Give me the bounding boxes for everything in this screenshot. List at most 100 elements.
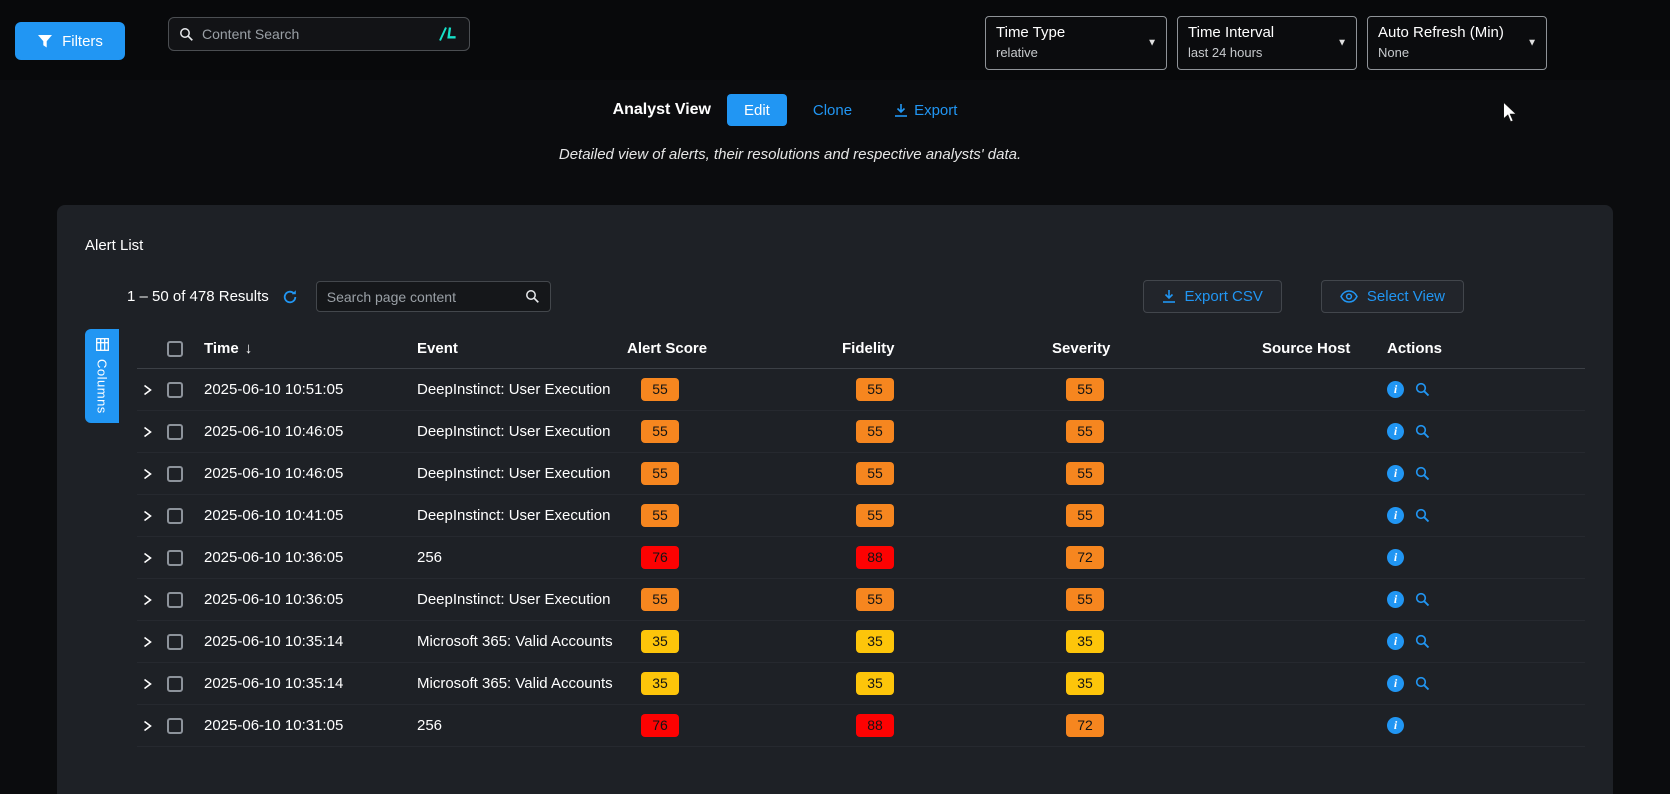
expand-chevron-icon[interactable]	[142, 636, 153, 648]
select-view-button[interactable]: Select View	[1321, 280, 1464, 313]
search-action-icon[interactable]	[1415, 466, 1430, 481]
fidelity-badge: 35	[856, 630, 894, 653]
info-icon[interactable]: i	[1387, 717, 1404, 734]
auto-refresh-label: Auto Refresh (Min)	[1378, 24, 1520, 41]
time-cell: 2025-06-10 10:35:14	[204, 675, 417, 692]
chevron-down-icon: ▼	[1337, 38, 1347, 49]
info-icon[interactable]: i	[1387, 549, 1404, 566]
auto-refresh-value: None	[1378, 45, 1520, 60]
export-csv-label: Export CSV	[1185, 288, 1263, 305]
alert-score-badge: 55	[641, 504, 679, 527]
row-checkbox[interactable]	[167, 592, 183, 608]
row-checkbox[interactable]	[167, 466, 183, 482]
refresh-button[interactable]	[282, 289, 298, 305]
row-checkbox[interactable]	[167, 382, 183, 398]
alert-score-header[interactable]: Alert Score	[627, 340, 842, 357]
time-interval-dropdown[interactable]: Time Interval last 24 hours ▼	[1177, 16, 1357, 70]
export-button[interactable]: Export	[894, 102, 957, 119]
table-row: 2025-06-10 10:46:05 DeepInstinct: User E…	[137, 453, 1585, 495]
event-cell: 256	[417, 717, 627, 734]
table-row: 2025-06-10 10:35:14 Microsoft 365: Valid…	[137, 663, 1585, 705]
info-icon[interactable]: i	[1387, 465, 1404, 482]
view-title: Analyst View	[613, 101, 711, 119]
time-type-dropdown[interactable]: Time Type relative ▼	[985, 16, 1167, 70]
severity-badge: 55	[1066, 588, 1104, 611]
auto-refresh-dropdown[interactable]: Auto Refresh (Min) None ▼	[1367, 16, 1547, 70]
page-search-input[interactable]	[327, 289, 519, 305]
severity-badge: 55	[1066, 462, 1104, 485]
info-icon[interactable]: i	[1387, 675, 1404, 692]
row-checkbox[interactable]	[167, 424, 183, 440]
chevron-down-icon: ▼	[1527, 38, 1537, 49]
table-row: 2025-06-10 10:36:05 256 76 88 72 i	[137, 537, 1585, 579]
time-cell: 2025-06-10 10:46:05	[204, 423, 417, 440]
alert-score-badge: 35	[641, 630, 679, 653]
event-cell: DeepInstinct: User Execution	[417, 591, 627, 608]
row-checkbox[interactable]	[167, 508, 183, 524]
search-action-icon[interactable]	[1415, 382, 1430, 397]
content-search-input[interactable]	[202, 26, 429, 42]
expand-chevron-icon[interactable]	[142, 720, 153, 732]
alert-score-badge: 55	[641, 420, 679, 443]
edit-button[interactable]: Edit	[727, 94, 787, 126]
expand-chevron-icon[interactable]	[142, 510, 153, 522]
mouse-cursor	[1502, 101, 1520, 125]
info-icon[interactable]: i	[1387, 423, 1404, 440]
search-action-icon[interactable]	[1415, 676, 1430, 691]
row-checkbox[interactable]	[167, 634, 183, 650]
severity-badge: 72	[1066, 546, 1104, 569]
fidelity-badge: 88	[856, 546, 894, 569]
time-cell: 2025-06-10 10:31:05	[204, 717, 417, 734]
event-cell: DeepInstinct: User Execution	[417, 465, 627, 482]
event-header[interactable]: Event	[417, 340, 627, 357]
fidelity-badge: 55	[856, 378, 894, 401]
severity-badge: 55	[1066, 378, 1104, 401]
columns-tab[interactable]: Columns	[85, 329, 119, 423]
time-cell: 2025-06-10 10:36:05	[204, 591, 417, 608]
event-cell: Microsoft 365: Valid Accounts	[417, 675, 627, 692]
search-action-icon[interactable]	[1415, 592, 1430, 607]
expand-chevron-icon[interactable]	[142, 678, 153, 690]
fidelity-badge: 55	[856, 588, 894, 611]
expand-chevron-icon[interactable]	[142, 426, 153, 438]
row-checkbox[interactable]	[167, 550, 183, 566]
time-cell: 2025-06-10 10:51:05	[204, 381, 417, 398]
clone-button[interactable]: Clone	[813, 102, 852, 119]
table-row: 2025-06-10 10:46:05 DeepInstinct: User E…	[137, 411, 1585, 453]
row-checkbox[interactable]	[167, 718, 183, 734]
source-host-header[interactable]: Source Host	[1262, 340, 1384, 357]
view-header: Analyst View Edit Clone Export	[0, 94, 1620, 126]
alert-score-badge: 35	[641, 672, 679, 695]
info-icon[interactable]: i	[1387, 381, 1404, 398]
download-icon	[1162, 289, 1176, 304]
select-all-checkbox[interactable]	[167, 341, 183, 357]
export-csv-button[interactable]: Export CSV	[1143, 280, 1282, 313]
fidelity-header[interactable]: Fidelity	[842, 340, 1052, 357]
filters-button-label: Filters	[62, 33, 103, 50]
expand-chevron-icon[interactable]	[142, 552, 153, 564]
columns-tab-label: Columns	[95, 359, 110, 414]
top-bar: Filters Time Type relative ▼ Time Interv…	[0, 0, 1670, 80]
download-icon	[894, 103, 908, 118]
severity-badge: 72	[1066, 714, 1104, 737]
search-action-icon[interactable]	[1415, 508, 1430, 523]
search-action-icon[interactable]	[1415, 634, 1430, 649]
panel-title: Alert List	[85, 237, 1585, 254]
info-icon[interactable]: i	[1387, 507, 1404, 524]
eye-icon	[1340, 290, 1358, 303]
info-icon[interactable]: i	[1387, 633, 1404, 650]
expand-chevron-icon[interactable]	[142, 594, 153, 606]
search-action-icon[interactable]	[1415, 424, 1430, 439]
severity-header[interactable]: Severity	[1052, 340, 1262, 357]
search-icon	[179, 27, 194, 42]
expand-chevron-icon[interactable]	[142, 384, 153, 396]
time-type-value: relative	[996, 45, 1140, 60]
time-header[interactable]: Time↓	[204, 340, 417, 357]
row-checkbox[interactable]	[167, 676, 183, 692]
alert-score-badge: 55	[641, 588, 679, 611]
filters-button[interactable]: Filters	[15, 22, 125, 60]
table-row: 2025-06-10 10:41:05 DeepInstinct: User E…	[137, 495, 1585, 537]
info-icon[interactable]: i	[1387, 591, 1404, 608]
expand-chevron-icon[interactable]	[142, 468, 153, 480]
time-cell: 2025-06-10 10:41:05	[204, 507, 417, 524]
